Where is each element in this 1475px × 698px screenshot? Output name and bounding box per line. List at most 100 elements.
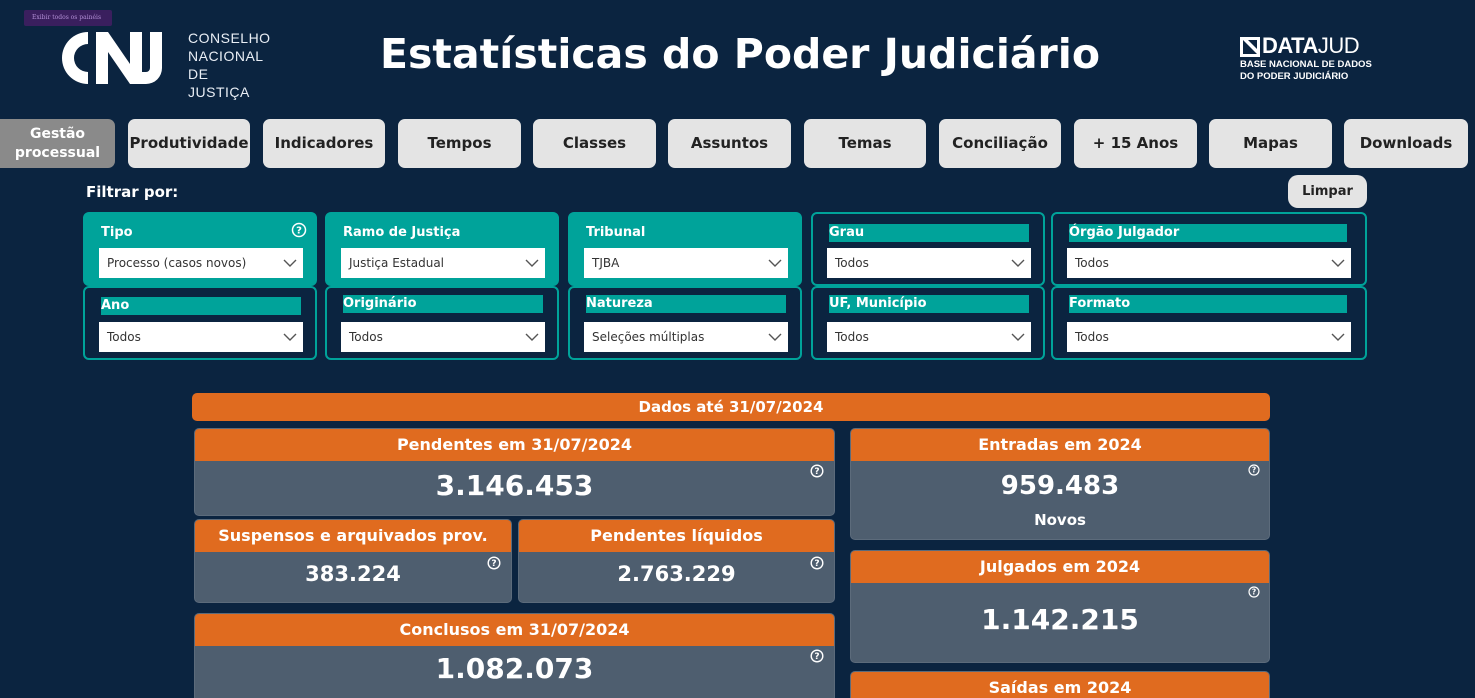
help-icon[interactable]: ? (810, 464, 824, 478)
cnj-org-name: CONSELHO NACIONAL DE JUSTIÇA (188, 29, 272, 101)
natureza-select[interactable]: Seleções múltiplas (584, 322, 788, 352)
chevron-down-icon (1011, 333, 1025, 341)
svg-text:?: ? (1252, 466, 1256, 475)
filter-label: Formato (1069, 295, 1347, 313)
uf-municipio-select[interactable]: Todos (827, 322, 1031, 352)
filter-label: Ramo de Justiça (343, 225, 461, 240)
svg-text:?: ? (491, 559, 496, 569)
tab-downloads[interactable]: Downloads (1344, 119, 1468, 168)
cnj-org-line: CONSELHO (188, 30, 271, 46)
tab-conciliacao[interactable]: Conciliação (939, 119, 1061, 168)
filter-label: Tribunal (586, 225, 646, 240)
chevron-down-icon (525, 333, 539, 341)
filter-orgao-julgador: Órgão Julgador Todos (1051, 212, 1367, 286)
tab-15-anos[interactable]: + 15 Anos (1074, 119, 1197, 168)
svg-text:?: ? (814, 559, 819, 569)
card-pendentes: Pendentes em 31/07/2024 3.146.453 ? (194, 428, 835, 516)
tab-produtividade[interactable]: Produtividade (128, 119, 250, 168)
chevron-down-icon (283, 259, 297, 267)
formato-select[interactable]: Todos (1067, 322, 1351, 352)
card-conclusos: Conclusos em 31/07/2024 1.082.073 ? (194, 613, 835, 698)
select-value: Justiça Estadual (349, 256, 445, 270)
help-icon[interactable]: ? (1248, 586, 1260, 598)
card-title: Entradas em 2024 (851, 429, 1269, 461)
select-value: Todos (107, 330, 141, 344)
filter-label: UF, Município (829, 295, 1029, 313)
filter-formato: Formato Todos (1051, 286, 1367, 360)
chevron-down-icon (768, 259, 782, 267)
svg-text:?: ? (814, 467, 819, 477)
card-value: 383.224 (305, 562, 401, 586)
datajud-name-bold: DATA (1262, 33, 1318, 58)
tab-tempos[interactable]: Tempos (398, 119, 521, 168)
card-title: Suspensos e arquivados prov. (195, 520, 511, 552)
show-all-panes-button[interactable]: Exibir todos os painéis (24, 10, 112, 26)
datajud-name: DATAJUD (1262, 33, 1360, 59)
select-value: Seleções múltiplas (592, 330, 705, 344)
select-value: TJBA (592, 256, 620, 270)
cnj-org-line: NACIONAL (188, 48, 264, 64)
card-value: 3.146.453 (435, 469, 594, 502)
card-subtitle: Novos (1034, 511, 1086, 529)
help-icon[interactable]: ? (487, 556, 501, 570)
chevron-down-icon (525, 259, 539, 267)
card-suspensos-arquivados: Suspensos e arquivados prov. 383.224 ? (194, 519, 512, 603)
card-title: Julgados em 2024 (851, 551, 1269, 583)
select-value: Todos (1075, 256, 1109, 270)
ano-select[interactable]: Todos (99, 322, 303, 352)
chevron-down-icon (1331, 259, 1345, 267)
filter-label: Grau (829, 224, 1029, 242)
chevron-down-icon (768, 333, 782, 341)
help-icon[interactable]: ? (291, 222, 307, 238)
select-value: Processo (casos novos) (107, 256, 247, 270)
filter-label: Originário (343, 295, 543, 313)
card-value: 2.763.229 (617, 562, 736, 586)
datajud-sub-line: BASE NACIONAL DE DADOS (1240, 59, 1372, 70)
card-title: Pendentes em 31/07/2024 (195, 429, 834, 461)
svg-text:?: ? (296, 226, 302, 237)
ramo-de-justica-select[interactable]: Justiça Estadual (341, 248, 545, 278)
card-value: 959.483 (1000, 471, 1120, 501)
filter-ramo-de-justica: Ramo de Justiça Justiça Estadual (325, 212, 559, 286)
tab-assuntos[interactable]: Assuntos (668, 119, 791, 168)
svg-text:?: ? (814, 652, 819, 662)
card-pendentes-liquidos: Pendentes líquidos 2.763.229 ? (518, 519, 835, 603)
datajud-name-light: JUD (1317, 33, 1360, 58)
page-title: Estatísticas do Poder Judiciário (379, 30, 1100, 78)
tab-temas[interactable]: Temas (804, 119, 926, 168)
chevron-down-icon (283, 333, 297, 341)
help-icon[interactable]: ? (810, 556, 824, 570)
orgao-julgador-select[interactable]: Todos (1067, 248, 1351, 278)
tab-indicadores[interactable]: Indicadores (263, 119, 385, 168)
filter-heading: Filtrar por: (86, 183, 179, 201)
clear-filters-button[interactable]: Limpar (1288, 175, 1367, 208)
chevron-down-icon (1011, 259, 1025, 267)
help-icon[interactable]: ? (1248, 464, 1260, 476)
datajud-sub-line: DO PODER JUDICIÁRIO (1240, 71, 1349, 82)
card-value: 1.142.215 (981, 603, 1139, 636)
tab-classes[interactable]: Classes (533, 119, 656, 168)
chevron-down-icon (1331, 333, 1345, 341)
tipo-select[interactable]: Processo (casos novos) (99, 248, 303, 278)
cnj-org-line: DE JUSTIÇA (188, 66, 250, 100)
filter-tipo: Tipo ? Processo (casos novos) (83, 212, 317, 286)
grau-select[interactable]: Todos (827, 248, 1031, 278)
filter-label: Órgão Julgador (1069, 224, 1347, 242)
tribunal-select[interactable]: TJBA (584, 248, 788, 278)
filter-originario: Originário Todos (325, 286, 559, 360)
select-value: Todos (835, 330, 869, 344)
filter-uf-municipio: UF, Município Todos (811, 286, 1045, 360)
datajud-logo: DATAJUD BASE NACIONAL DE DADOS DO PODER … (1240, 33, 1400, 85)
datajud-mark-icon (1240, 37, 1260, 57)
filter-natureza: Natureza Seleções múltiplas (568, 286, 802, 360)
card-title: Pendentes líquidos (519, 520, 834, 552)
tab-mapas[interactable]: Mapas (1209, 119, 1332, 168)
date-banner: Dados até 31/07/2024 (192, 393, 1270, 421)
originario-select[interactable]: Todos (341, 322, 545, 352)
tab-gestao-processual[interactable]: Gestão processual (0, 119, 115, 168)
card-title: Conclusos em 31/07/2024 (195, 614, 834, 646)
datajud-subtitle: BASE NACIONAL DE DADOS DO PODER JUDICIÁR… (1240, 59, 1372, 83)
card-title: Saídas em 2024 (851, 672, 1269, 698)
help-icon[interactable]: ? (810, 649, 824, 663)
svg-text:?: ? (1252, 588, 1256, 597)
